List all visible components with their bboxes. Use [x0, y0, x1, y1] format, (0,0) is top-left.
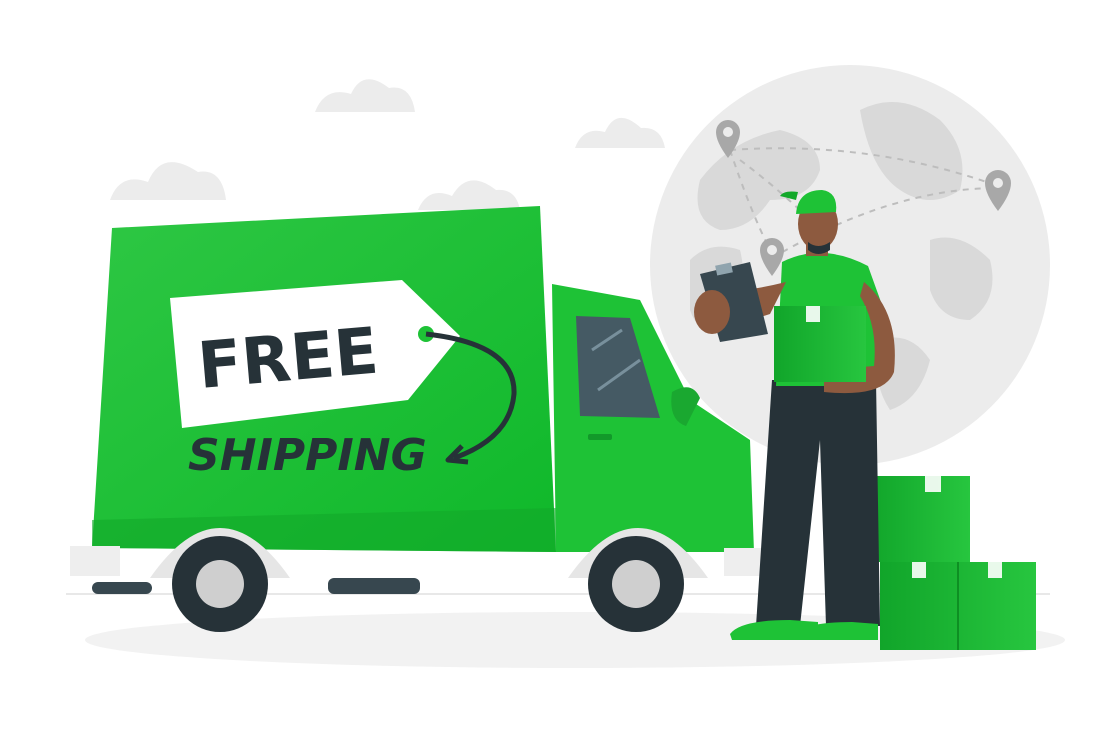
- truck-wheel-rear: [172, 536, 268, 632]
- cloud-icon: [315, 79, 415, 112]
- truck-wheel-front: [588, 536, 684, 632]
- cloud-icon: [575, 117, 665, 148]
- free-label: FREE: [195, 314, 381, 403]
- stacked-boxes: [870, 476, 1036, 650]
- cloud-icon: [418, 180, 520, 210]
- cloud-icon: [110, 162, 226, 200]
- shipping-label: SHIPPING: [188, 430, 427, 481]
- free-shipping-illustration: FREE SHIPPING: [66, 65, 1065, 668]
